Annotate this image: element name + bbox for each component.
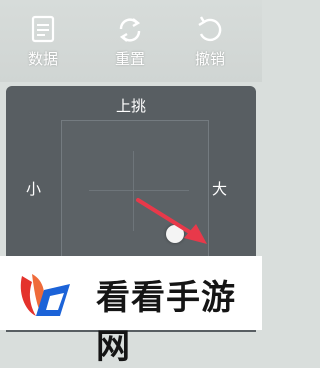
brand-text: 看看手游网	[96, 278, 236, 367]
brand-logo-icon	[20, 274, 70, 316]
brand-banner: 看看手游网	[0, 256, 262, 367]
